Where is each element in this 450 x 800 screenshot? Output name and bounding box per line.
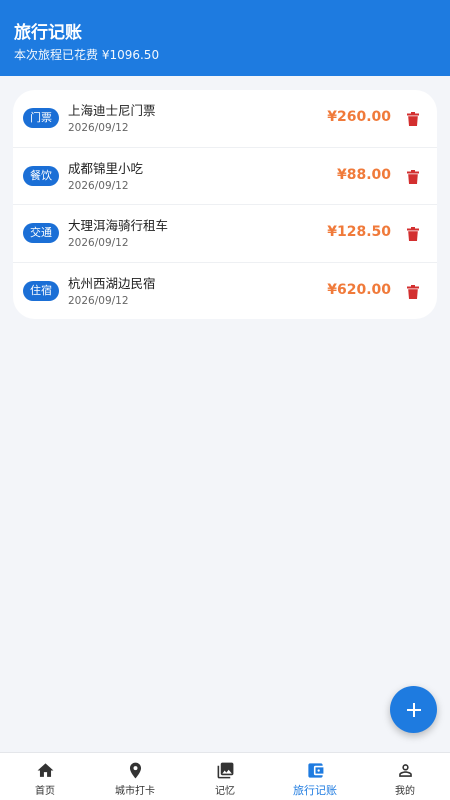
expense-item[interactable]: 餐饮 成都锦里小吃 2026/09/12 ¥88.00 (13, 148, 437, 205)
bottom-nav: 首页 城市打卡 记忆 旅行记账 我的 (0, 752, 450, 800)
category-badge: 交通 (23, 223, 59, 243)
nav-item-travel-expenses[interactable]: 旅行记账 (270, 753, 360, 800)
nav-label: 首页 (35, 786, 55, 797)
app-header: 旅行记账 本次旅程已花费 ¥1096.50 (0, 0, 450, 76)
expense-date: 2026/09/12 (68, 122, 129, 134)
trash-icon (407, 112, 419, 126)
nav-label: 城市打卡 (115, 786, 155, 797)
expense-date: 2026/09/12 (68, 294, 129, 307)
delete-button[interactable] (405, 225, 421, 243)
category-badge: 餐饮 (23, 165, 59, 186)
add-expense-button[interactable] (390, 686, 437, 733)
nav-item-home[interactable]: 首页 (0, 753, 90, 800)
wallet-icon (307, 763, 323, 778)
nav-item-profile[interactable]: 我的 (360, 753, 450, 800)
expense-name: 杭州西湖边民宿 (68, 275, 156, 291)
category-badge: 门票 (23, 108, 59, 128)
person-icon (398, 764, 412, 777)
expense-name: 上海迪士尼门票 (68, 103, 156, 118)
total-spent-summary: 本次旅程已花费 ¥1096.50 (14, 48, 160, 62)
expense-item[interactable]: 住宿 杭州西湖边民宿 2026/09/12 ¥620.00 (13, 263, 437, 320)
expense-amount: ¥620.00 (327, 281, 391, 298)
expense-date: 2026/09/12 (68, 179, 129, 192)
photo-library-icon (217, 762, 233, 779)
expense-name: 大理洱海骑行租车 (68, 218, 169, 233)
nav-label: 我的 (395, 786, 415, 797)
page-title: 旅行记账 (14, 23, 82, 43)
expense-amount: ¥260.00 (327, 109, 391, 125)
home-icon (37, 763, 53, 777)
plus-icon (406, 702, 421, 717)
delete-button[interactable] (405, 168, 421, 186)
expense-amount: ¥88.00 (336, 166, 391, 183)
delete-button[interactable] (405, 110, 421, 128)
nav-item-memories[interactable]: 记忆 (180, 753, 270, 800)
expense-item[interactable]: 交通 大理洱海骑行租车 2026/09/12 ¥128.50 (13, 205, 437, 263)
expense-amount: ¥128.50 (327, 224, 391, 240)
nav-label: 旅行记账 (293, 784, 337, 797)
trash-icon (407, 227, 419, 241)
expense-list: 门票 上海迪士尼门票 2026/09/12 ¥260.00 餐饮 成都锦里小吃 … (13, 90, 437, 319)
trash-icon (407, 284, 419, 299)
delete-button[interactable] (405, 283, 421, 301)
expense-name: 成都锦里小吃 (68, 160, 144, 176)
category-badge: 住宿 (23, 280, 59, 301)
trash-icon (407, 169, 419, 184)
location-pin-icon (129, 762, 141, 779)
nav-item-city-checkin[interactable]: 城市打卡 (90, 753, 180, 800)
expense-item[interactable]: 门票 上海迪士尼门票 2026/09/12 ¥260.00 (13, 90, 437, 148)
expense-date: 2026/09/12 (68, 237, 129, 249)
nav-label: 记忆 (215, 786, 235, 797)
